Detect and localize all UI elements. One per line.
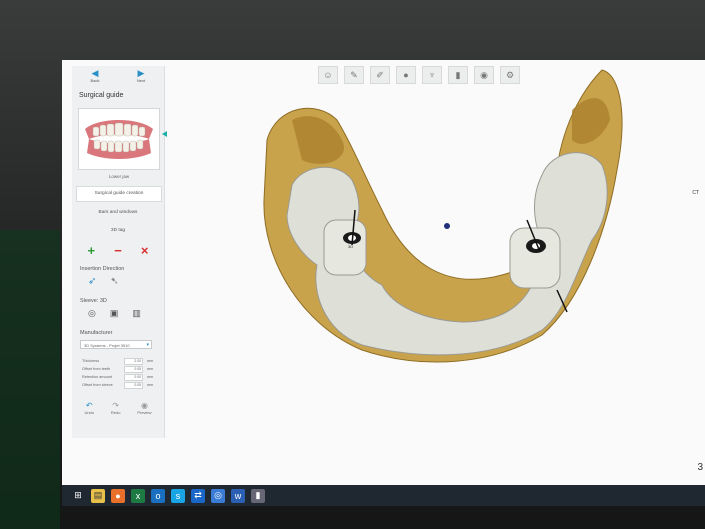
undo-icon: ↶ [85, 401, 93, 410]
arrow-right-icon: ▶ [137, 68, 145, 78]
delete-button[interactable]: × [141, 244, 149, 258]
param-retention: Retention amount 0.00 mm [72, 373, 164, 381]
page-indicator: 3 [697, 462, 703, 473]
jaw-thumbnail[interactable]: Lower jaw [78, 108, 167, 179]
param-unit: mm [147, 359, 154, 363]
param-unit: mm [147, 383, 154, 387]
tooth-icon: ♆ [428, 70, 436, 80]
screen: 3D 3 CT ☺ ✎ ✐ ● ♆ ▮ ◉ ⚙ ◀ Back ▶ Next Su… [62, 60, 705, 506]
undo-button[interactable]: ↶ Undo [84, 401, 94, 415]
eye-icon: ◉ [140, 401, 148, 410]
param-offset-sleeve: Offset from sleeve 0.05 mm [72, 381, 164, 389]
face-view-button[interactable]: ☺ [318, 66, 338, 84]
sphere-icon: ● [403, 70, 409, 80]
param-label: Retention amount [82, 375, 112, 379]
step-3d-tag[interactable]: 3D tag [76, 224, 160, 238]
skype-icon[interactable]: s [171, 488, 185, 503]
param-unit: mm [147, 375, 154, 379]
thumbnail-pointer-icon [162, 131, 167, 137]
manufacturer-label: Manufacturer [80, 330, 113, 336]
remove-button[interactable]: − [114, 244, 122, 258]
sphere-view-button[interactable]: ● [396, 66, 416, 84]
manufacturer-select[interactable]: 3D Systems - Projet 3510 ▾ [80, 340, 152, 349]
pen-icon: ✐ [376, 69, 384, 80]
arrow-left-icon: ◀ [91, 68, 99, 78]
camera-tool-button[interactable]: ◉ [474, 66, 494, 84]
add-button[interactable]: + [88, 244, 96, 258]
insertion-direction-label: Insertion Direction [80, 266, 125, 272]
insertion-direction-row: ➶ ➷ [72, 274, 164, 290]
redo-icon: ↷ [112, 401, 119, 410]
left-panel: ◀ Back ▶ Next Surgical guide Lower jaw S… [72, 66, 167, 438]
file-explorer-icon[interactable]: ▤ [91, 488, 105, 503]
nav-row: ◀ Back ▶ Next [72, 66, 164, 87]
sleeve-type-2-icon[interactable]: ▣ [110, 308, 119, 322]
camera-icon: ◉ [480, 69, 488, 80]
sleeve-label-left: 3D [348, 244, 353, 249]
brush-icon: ✎ [350, 69, 358, 80]
panel-title: Surgical guide [79, 92, 124, 99]
excel-icon[interactable]: x [131, 488, 145, 503]
param-offset-teeth: Offset from teeth 0.05 mm [72, 365, 164, 373]
face-icon: ☺ [323, 70, 333, 80]
right-tool-label: CT [692, 190, 699, 196]
thumbnail-caption: Lower jaw [108, 174, 130, 179]
rotation-center-dot [444, 223, 450, 229]
sleeve-type-3-icon[interactable]: ▥ [132, 308, 141, 322]
implant-tool-button[interactable]: ▮ [448, 66, 468, 84]
back-label: Back [90, 78, 100, 83]
param-unit: mm [147, 367, 154, 371]
draw-tool-button[interactable]: ✐ [370, 66, 390, 84]
settings-icon: ⚙ [505, 69, 515, 80]
paint-tool-button[interactable]: ✎ [344, 66, 364, 84]
sleeve-label: Sleeve: 3D [80, 298, 107, 304]
manufacturer-value: 3D Systems - Projet 3510 [84, 343, 130, 348]
step-bars-and-windows[interactable]: Bars and windows [76, 206, 160, 220]
top-toolbar: ☺ ✎ ✐ ● ♆ ▮ ◉ ⚙ [318, 66, 520, 84]
param-thickness: Thickness 2.00 mm [72, 357, 164, 365]
chrome-icon[interactable]: ◎ [211, 488, 225, 503]
back-button[interactable]: ◀ Back [80, 69, 110, 87]
app-icon[interactable]: ▮ [251, 488, 265, 503]
redo-button[interactable]: ↷ Redo [111, 401, 121, 415]
settings-tool-button[interactable]: ⚙ [500, 66, 520, 84]
action-row: + − × [72, 238, 164, 258]
teamviewer-icon[interactable]: ⇄ [191, 488, 205, 503]
undo-label: Undo [84, 410, 94, 415]
background-object [0, 230, 60, 529]
implant-icon: ▮ [455, 69, 461, 80]
insertion-direction-icon[interactable]: ➶ [88, 276, 96, 290]
firefox-icon[interactable]: ● [111, 488, 125, 503]
param-label: Thickness [82, 359, 100, 363]
windows-logo-icon[interactable]: ⊞ [71, 489, 85, 503]
teeth-thumbnail-image [85, 120, 153, 159]
bottom-actions: ↶ Undo ↷ Redo ◉ Preview [72, 389, 164, 415]
tooth-tool-button[interactable]: ♆ [422, 66, 442, 84]
param-value-input[interactable]: 0.05 [124, 381, 143, 389]
next-label: Next [136, 78, 146, 83]
word-icon[interactable]: w [231, 488, 245, 503]
next-button[interactable]: ▶ Next [126, 69, 156, 87]
param-value-input[interactable]: 0.00 [124, 373, 143, 381]
step-surgical-guide-creation[interactable]: Surgical guide creation [76, 186, 162, 202]
param-value-input[interactable]: 0.05 [124, 365, 143, 373]
param-label: Offset from teeth [82, 367, 111, 371]
windows-taskbar: ⊞ ▤ ● x o s ⇄ ◎ w ▮ [62, 485, 705, 506]
insertion-reset-icon[interactable]: ➷ [110, 276, 118, 290]
preview-label: Preview [137, 410, 152, 415]
sleeve-row: ◎ ▣ ▥ [72, 306, 164, 322]
outlook-icon[interactable]: o [151, 488, 165, 503]
chevron-down-icon: ▾ [146, 342, 149, 348]
param-label: Offset from sleeve [82, 383, 113, 387]
redo-label: Redo [110, 410, 121, 415]
sleeve-type-1-icon[interactable]: ◎ [88, 308, 96, 322]
param-value-input[interactable]: 2.00 [124, 357, 143, 365]
preview-button[interactable]: ◉ Preview [137, 401, 151, 415]
